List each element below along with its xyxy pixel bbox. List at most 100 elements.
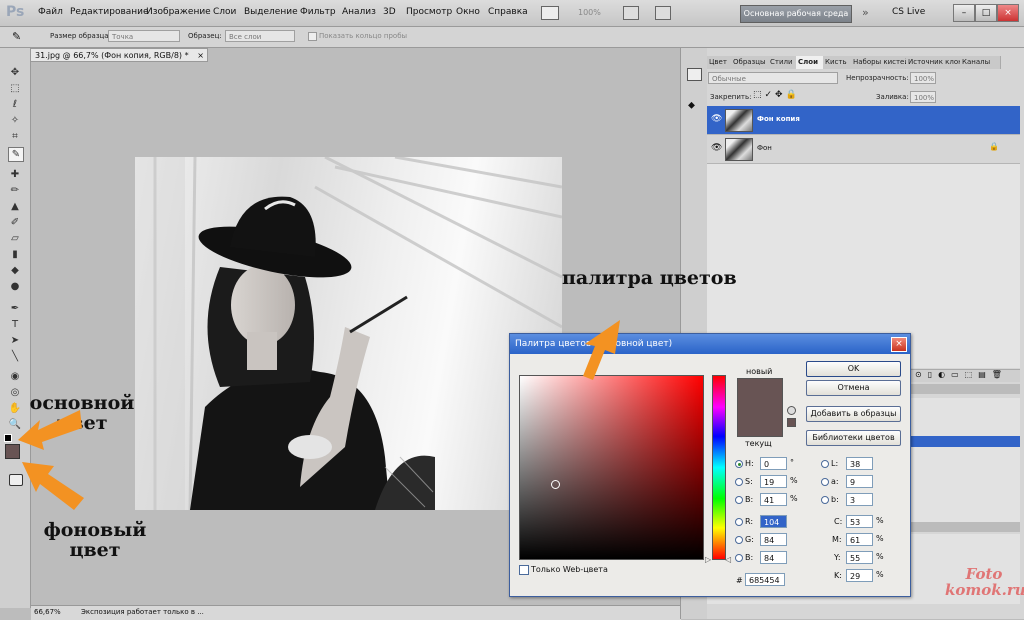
radio-r[interactable] bbox=[735, 518, 743, 526]
crop-tool-icon[interactable]: ⌗ bbox=[8, 130, 22, 143]
m-input[interactable]: 61 bbox=[846, 533, 873, 546]
document-photo[interactable] bbox=[135, 157, 562, 510]
hue-slider-right-arrow[interactable]: ◁ bbox=[725, 555, 731, 564]
document-tab[interactable]: 31.jpg @ 66,7% (Фон копия, RGB/8) * × bbox=[30, 48, 208, 62]
opacity-input[interactable]: 100% bbox=[910, 72, 936, 84]
blur-tool-icon[interactable]: ◆ bbox=[8, 264, 22, 277]
hue-slider-left-arrow[interactable]: ▷ bbox=[705, 555, 711, 564]
menu-analysis[interactable]: Анализ bbox=[342, 7, 376, 17]
arrange-icon[interactable] bbox=[623, 6, 639, 20]
radio-h[interactable] bbox=[735, 460, 743, 468]
menu-image[interactable]: Изображение bbox=[146, 7, 211, 17]
radio-a[interactable] bbox=[821, 478, 829, 486]
path-select-tool-icon[interactable]: ➤ bbox=[8, 334, 22, 347]
web-safe-icon[interactable] bbox=[787, 418, 796, 427]
s-input[interactable]: 19 bbox=[760, 475, 787, 488]
zoom-level[interactable]: 100% bbox=[578, 8, 601, 17]
radio-s[interactable] bbox=[735, 478, 743, 486]
color-picker-cursor[interactable] bbox=[551, 480, 560, 489]
default-colors-icon[interactable] bbox=[4, 434, 12, 442]
menu-view[interactable]: Просмотр bbox=[406, 7, 452, 17]
menu-filter[interactable]: Фильтр bbox=[300, 7, 336, 17]
hex-input[interactable]: 685454 bbox=[745, 573, 785, 586]
g-input[interactable]: 84 bbox=[760, 533, 787, 546]
cancel-button[interactable]: Отмена bbox=[806, 380, 901, 396]
healing-tool-icon[interactable]: ✚ bbox=[8, 168, 22, 181]
layer-actions-icons[interactable]: ⊙▯◐▭⬚▤🗑 bbox=[915, 370, 1008, 379]
marquee-tool-icon[interactable]: ⬚ bbox=[8, 82, 22, 95]
tab-brush[interactable]: Кисть bbox=[823, 56, 854, 69]
type-tool-icon[interactable]: T bbox=[8, 318, 22, 331]
gamut-warning-icon[interactable] bbox=[787, 406, 796, 415]
lab-b-input[interactable]: 3 bbox=[846, 493, 873, 506]
dodge-tool-icon[interactable]: ● bbox=[8, 280, 22, 293]
brush-tool-icon[interactable]: ✏ bbox=[8, 184, 22, 197]
l-input[interactable]: 38 bbox=[846, 457, 873, 470]
hue-slider[interactable] bbox=[712, 375, 726, 560]
fill-input[interactable]: 100% bbox=[910, 91, 936, 103]
a-input[interactable]: 9 bbox=[846, 475, 873, 488]
radio-l[interactable] bbox=[821, 460, 829, 468]
web-only-checkbox[interactable] bbox=[519, 565, 529, 575]
3d-orbit-tool-icon[interactable]: ◎ bbox=[8, 386, 22, 399]
minimize-button[interactable]: – bbox=[953, 4, 975, 22]
close-document-icon[interactable]: × bbox=[197, 49, 204, 63]
lasso-tool-icon[interactable]: ℓ bbox=[8, 98, 22, 111]
menu-edit[interactable]: Редактирование bbox=[70, 7, 149, 17]
radio-b[interactable] bbox=[735, 496, 743, 504]
visibility-eye-icon[interactable]: 👁 bbox=[711, 114, 722, 124]
cs-live-button[interactable]: CS Live bbox=[892, 7, 925, 17]
status-zoom[interactable]: 66,67% bbox=[34, 608, 61, 616]
tab-channels[interactable]: Каналы bbox=[960, 56, 1001, 69]
eyedropper-active-icon[interactable]: ✎ bbox=[8, 147, 24, 162]
status-info[interactable]: Экспозиция работает только в ... bbox=[81, 608, 204, 616]
tab-clone-source[interactable]: Источник клонов bbox=[906, 56, 963, 69]
current-color-swatch[interactable] bbox=[737, 407, 783, 437]
eyedropper-tool-icon[interactable]: ✎ bbox=[12, 30, 21, 43]
ok-button[interactable]: OK bbox=[806, 361, 901, 377]
sample-select[interactable]: Все слои bbox=[225, 30, 295, 42]
dialog-close-button[interactable]: × bbox=[891, 337, 907, 352]
tab-brush-presets[interactable]: Наборы кистей bbox=[851, 56, 909, 69]
blend-mode-select[interactable]: Обычные bbox=[708, 72, 838, 84]
navigator-icon[interactable]: ⬥ bbox=[688, 100, 695, 111]
workspace-button[interactable]: Основная рабочая среда bbox=[740, 5, 852, 23]
pen-tool-icon[interactable]: ✒ bbox=[8, 302, 22, 315]
menu-3d[interactable]: 3D bbox=[383, 7, 396, 17]
extras-icon[interactable] bbox=[655, 6, 671, 20]
radio-g[interactable] bbox=[735, 536, 743, 544]
menu-help[interactable]: Справка bbox=[488, 7, 528, 17]
menu-file[interactable]: Файл bbox=[38, 7, 63, 17]
tab-layers[interactable]: Слои bbox=[796, 56, 826, 69]
show-ring-checkbox[interactable] bbox=[308, 32, 317, 41]
shape-tool-icon[interactable]: ╲ bbox=[8, 350, 22, 363]
sample-size-select[interactable]: Точка bbox=[108, 30, 180, 42]
tab-color[interactable]: Цвет bbox=[707, 56, 734, 69]
visibility-eye-icon[interactable]: 👁 bbox=[711, 143, 722, 153]
k-input[interactable]: 29 bbox=[846, 569, 873, 582]
r-input[interactable]: 104 bbox=[760, 515, 787, 528]
move-tool-icon[interactable]: ✥ bbox=[8, 66, 22, 79]
close-app-button[interactable]: × bbox=[997, 4, 1019, 22]
menu-select[interactable]: Выделение bbox=[244, 7, 298, 17]
history-brush-icon[interactable]: ✐ bbox=[8, 216, 22, 229]
add-to-swatches-button[interactable]: Добавить в образцы bbox=[806, 406, 901, 422]
3d-rotate-tool-icon[interactable]: ◉ bbox=[8, 370, 22, 383]
lock-icons[interactable]: ⬚✓✥🔒 bbox=[753, 90, 800, 100]
tab-swatches[interactable]: Образцы bbox=[731, 56, 771, 69]
maximize-button[interactable]: □ bbox=[975, 4, 997, 22]
blue-input[interactable]: 84 bbox=[760, 551, 787, 564]
y-input[interactable]: 55 bbox=[846, 551, 873, 564]
histogram-icon[interactable] bbox=[687, 68, 702, 81]
tab-styles[interactable]: Стили bbox=[768, 56, 799, 69]
c-input[interactable]: 53 bbox=[846, 515, 873, 528]
menu-window[interactable]: Окно bbox=[456, 7, 480, 17]
layer-row-copy[interactable]: 👁 Фон копия bbox=[707, 106, 1020, 135]
color-libraries-button[interactable]: Библиотеки цветов bbox=[806, 430, 901, 446]
stamp-tool-icon[interactable]: ▲ bbox=[8, 200, 22, 213]
eraser-tool-icon[interactable]: ▱ bbox=[8, 232, 22, 245]
screen-mode-icon[interactable] bbox=[541, 6, 559, 20]
menu-layers[interactable]: Слои bbox=[213, 7, 236, 17]
radio-blue[interactable] bbox=[735, 554, 743, 562]
more-workspaces-icon[interactable]: » bbox=[862, 6, 869, 19]
